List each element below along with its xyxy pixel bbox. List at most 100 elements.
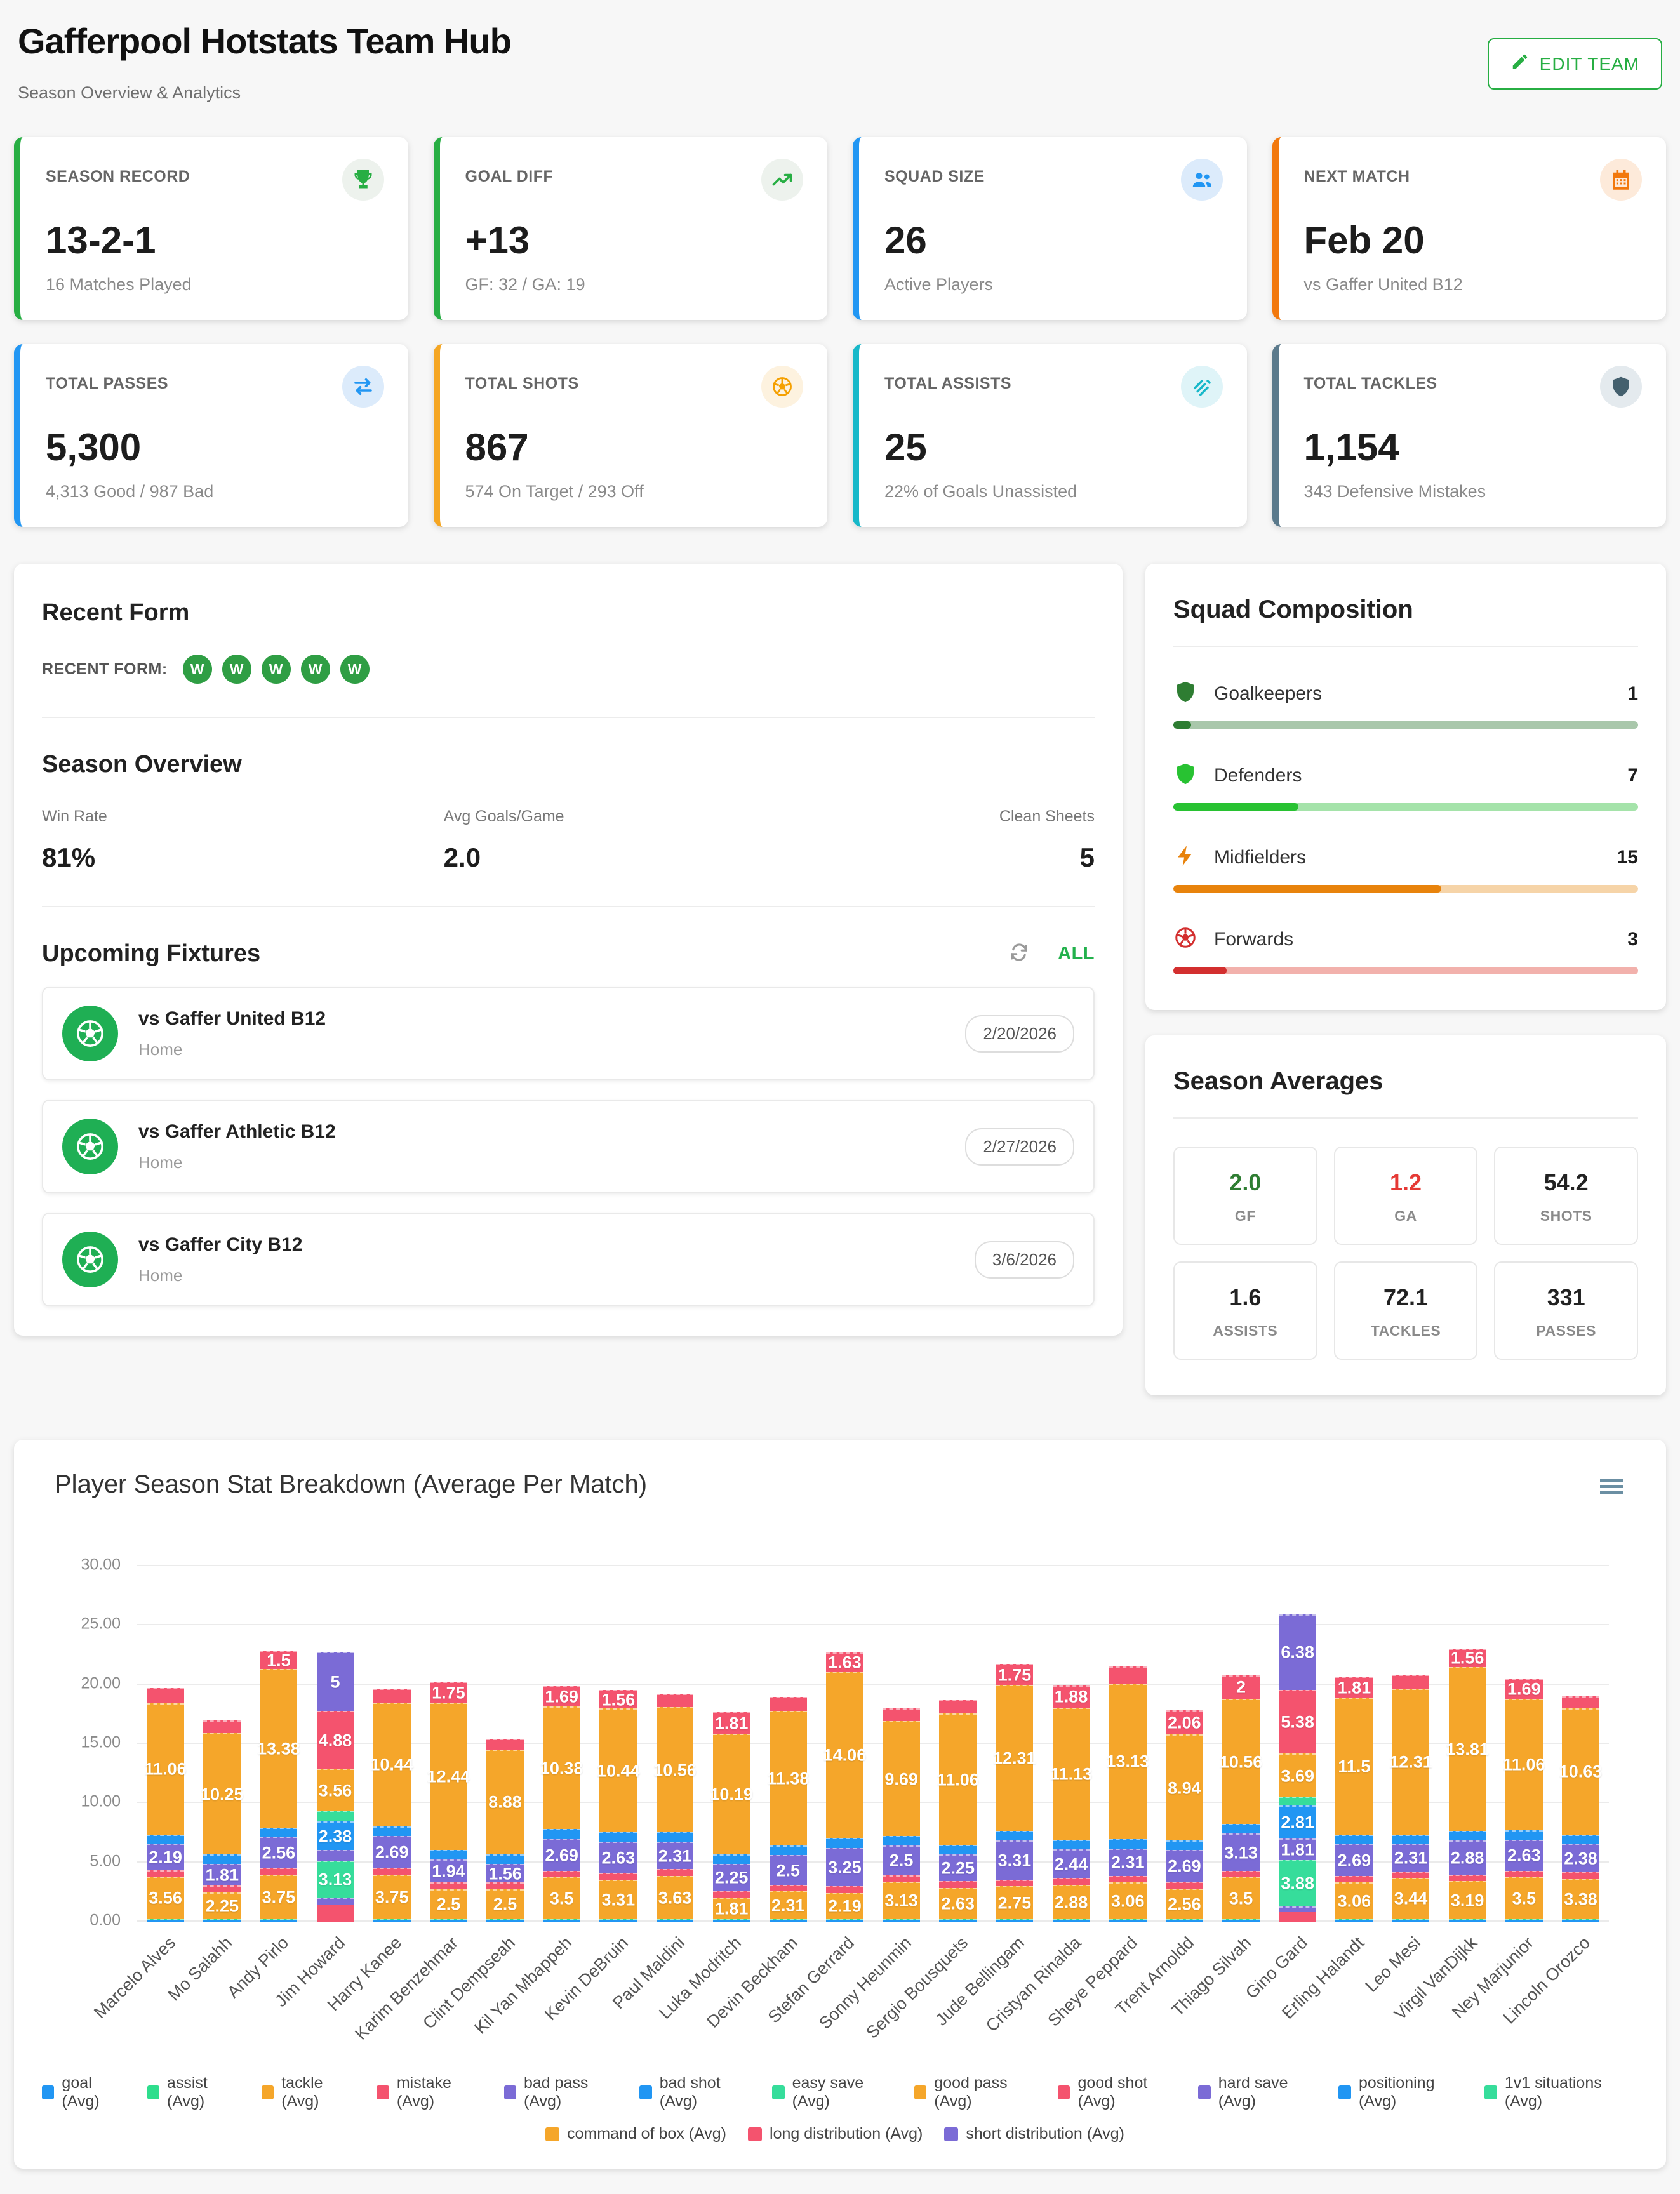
stacked-bar-kevin-debruin[interactable]: 3.312.6310.441.56 [599, 1690, 637, 1922]
bar-segment-good_pass: 11.06 [939, 1713, 977, 1844]
stacked-bar-trent-arnoldd[interactable]: 2.562.698.942.06 [1166, 1710, 1203, 1922]
form-result-badge: W [340, 655, 370, 684]
stacked-bar-lincoln-orozco[interactable]: 3.382.3810.63 [1562, 1696, 1599, 1922]
bar-segment-value: 3.13 [319, 1870, 352, 1890]
bar-segment-bad_shot [1449, 1831, 1486, 1840]
bar-segment-easy_save: 3.88 [1279, 1860, 1316, 1906]
bar-segment-value: 3.31 [998, 1851, 1032, 1870]
bar-segment-bad_shot [147, 1835, 184, 1844]
bar-segment-tackle: 3.13 [883, 1882, 920, 1918]
bar-segment-value: 11.38 [767, 1769, 809, 1789]
bar-segment-good_pass: 11.5 [1335, 1698, 1373, 1835]
bar-segment-value: 1.81 [1338, 1679, 1371, 1698]
stacked-bar-stefan-gerrard[interactable]: 2.193.2514.061.63 [826, 1652, 863, 1922]
stacked-bar-clint-dempseah[interactable]: 2.51.568.88 [486, 1739, 524, 1922]
legend-item-bad_pass[interactable]: bad pass (Avg) [504, 2074, 618, 2111]
y-axis-tick: 5.00 [90, 1852, 121, 1870]
bar-segment-good_pass: 11.06 [147, 1703, 184, 1834]
bar-segment-assist [883, 1919, 920, 1920]
bar-segment-assist [1505, 1919, 1543, 1920]
soccer-ball-icon [62, 1006, 118, 1061]
stacked-bar-erling-halandt[interactable]: 3.062.6911.51.81 [1335, 1677, 1373, 1922]
stacked-bar-jude-bellingam[interactable]: 2.753.3112.311.75 [996, 1664, 1034, 1922]
fixture-row[interactable]: vs Gaffer Athletic B12Home2/27/2026 [42, 1100, 1095, 1193]
bar-segment-value: 2.25 [205, 1896, 239, 1916]
stacked-bar-mo-salahh[interactable]: 2.251.8110.25 [203, 1720, 241, 1922]
stacked-bar-andy-pirlo[interactable]: 3.752.5613.381.5 [260, 1651, 297, 1922]
legend-item-positioning[interactable]: positioning (Avg) [1338, 2074, 1463, 2111]
bar-segment-assist [1053, 1919, 1090, 1920]
stacked-bar-sonny-heunmin[interactable]: 3.132.59.69 [883, 1708, 920, 1922]
legend-item-short_distribution[interactable]: short distribution (Avg) [944, 2125, 1124, 2143]
legend-label: good shot (Avg) [1077, 2074, 1177, 2111]
legend-item-hard_save[interactable]: hard save (Avg) [1198, 2074, 1317, 2111]
bar-segment-bad_pass [317, 1898, 354, 1905]
stacked-bar-kil-yan-mbappeh[interactable]: 3.52.6910.381.69 [543, 1686, 580, 1922]
legend-item-good_shot[interactable]: good shot (Avg) [1058, 2074, 1177, 2111]
stacked-bar-gino-gard[interactable]: 3.881.812.813.695.386.38 [1279, 1614, 1316, 1922]
bar-segment-good_pass: 13.38 [260, 1669, 297, 1828]
bar-segment-value: 12.31 [993, 1749, 1036, 1769]
stacked-bar-harry-kanee[interactable]: 3.752.6910.44 [373, 1689, 411, 1922]
legend-label: bad pass (Avg) [524, 2074, 618, 2111]
bar-segment-assist [1562, 1919, 1599, 1920]
bar-segment-bad_shot [1562, 1835, 1599, 1844]
stacked-bar-marcelo-alves[interactable]: 3.562.1911.06 [147, 1688, 184, 1922]
bar-segment-good_pass: 13.81 [1449, 1667, 1486, 1831]
stacked-bar-paul-maldini[interactable]: 3.632.3110.56 [657, 1694, 694, 1922]
stacked-bar-devin-beckham[interactable]: 2.312.511.38 [770, 1697, 807, 1922]
bar-segment-good_pass: 8.88 [486, 1750, 524, 1855]
bar-segment-good_pass: 14.06 [826, 1672, 863, 1838]
bar-segment-bad_pass: 1.94 [430, 1859, 467, 1882]
bar-segment-mistake [1279, 1912, 1316, 1922]
edit-team-button[interactable]: EDIT TEAM [1488, 38, 1662, 90]
stat-card-label: TOTAL ASSISTS [884, 375, 1011, 393]
bar-segment-assist [713, 1919, 750, 1920]
legend-item-easy_save[interactable]: easy save (Avg) [772, 2074, 893, 2111]
legend-item-long_distribution[interactable]: long distribution (Avg) [748, 2125, 923, 2143]
legend-item-bad_shot[interactable]: bad shot (Avg) [639, 2074, 750, 2111]
x-axis-label: Marcelo Alves [90, 1933, 180, 2023]
bar-segment-assist [1449, 1919, 1486, 1920]
legend-item-goal[interactable]: goal (Avg) [42, 2074, 125, 2111]
stacked-bar-jim-howard[interactable]: 3.132.383.564.885 [317, 1652, 354, 1922]
fixture-row[interactable]: vs Gaffer City B12Home3/6/2026 [42, 1213, 1095, 1306]
stacked-bar-ney-marjunior[interactable]: 3.52.6311.061.69 [1505, 1679, 1543, 1922]
legend-item-one_v_one[interactable]: 1v1 situations (Avg) [1484, 2074, 1628, 2111]
recent-form-heading: Recent Form [42, 599, 1095, 627]
stacked-bar-thiago-silvah[interactable]: 3.53.1310.562 [1222, 1675, 1260, 1922]
trend-up-icon [761, 159, 803, 201]
legend-item-good_pass[interactable]: good pass (Avg) [914, 2074, 1036, 2111]
soccer-ball-icon [761, 366, 803, 408]
fixture-row[interactable]: vs Gaffer United B12Home2/20/2026 [42, 987, 1095, 1080]
bars-layer: 3.562.1911.06 2.251.8110.25 3.752.5613.381… [137, 1566, 1609, 1922]
stacked-bar-leo-mesi[interactable]: 3.442.3112.31 [1392, 1675, 1430, 1922]
average-cell-tackles: 72.1TACKLES [1334, 1261, 1478, 1360]
stacked-bar-cristyan-rinalda[interactable]: 2.882.4411.131.88 [1053, 1685, 1090, 1922]
stacked-bar-virgil-vandijkk[interactable]: 3.192.8813.811.56 [1449, 1649, 1486, 1922]
bar-segment-bad_shot [430, 1850, 467, 1859]
bar-segment-value: 3.56 [319, 1781, 352, 1800]
bar-segment-good_shot: 2.06 [1166, 1710, 1203, 1734]
stacked-bar-sheye-peppard[interactable]: 3.062.3113.13 [1109, 1666, 1147, 1922]
refresh-icon[interactable] [1008, 941, 1030, 966]
chart-menu-icon[interactable] [1595, 1470, 1628, 1503]
legend-item-tackle[interactable]: tackle (Avg) [262, 2074, 356, 2111]
bar-segment-mistake [939, 1881, 977, 1887]
bar-segment-tackle: 3.06 [1109, 1882, 1147, 1918]
squad-row-forwards: Forwards3 [1173, 926, 1638, 974]
bar-segment-value: 4.88 [319, 1731, 352, 1750]
bar-segment-bad_pass: 2.5 [883, 1845, 920, 1875]
legend-item-command_of_box[interactable]: command of box (Avg) [545, 2125, 726, 2143]
bar-segment-value: 3.06 [1338, 1892, 1371, 1911]
bar-segment-good_pass: 11.06 [1505, 1699, 1543, 1830]
stacked-bar-sergio-bousquets[interactable]: 2.632.2511.06 [939, 1700, 977, 1922]
bar-segment-good_shot [486, 1739, 524, 1749]
stat-card-label: GOAL DIFF [465, 168, 554, 186]
fixtures-all-link[interactable]: ALL [1058, 943, 1095, 964]
stat-card-label: SEASON RECORD [46, 168, 190, 186]
legend-item-mistake[interactable]: mistake (Avg) [377, 2074, 482, 2111]
legend-item-assist[interactable]: assist (Avg) [147, 2074, 240, 2111]
stacked-bar-luka-modritch[interactable]: 1.812.2510.191.81 [713, 1712, 750, 1922]
stacked-bar-karim-benzehmar[interactable]: 2.51.9412.441.75 [430, 1682, 467, 1922]
